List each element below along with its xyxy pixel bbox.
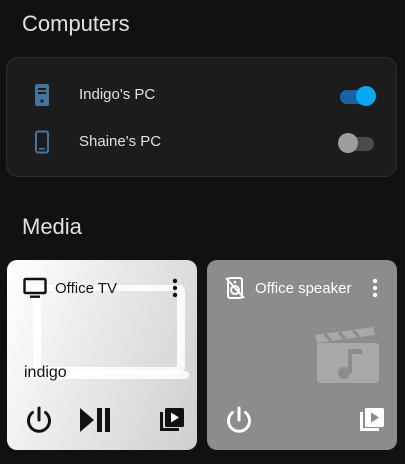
media-card-office-speaker[interactable]: Office speaker bbox=[207, 260, 397, 450]
power-icon[interactable] bbox=[222, 403, 256, 437]
more-vertical-icon[interactable] bbox=[172, 278, 178, 298]
more-vertical-icon[interactable] bbox=[372, 278, 378, 298]
media-browse-icon[interactable] bbox=[355, 403, 389, 437]
computer-row-shaine[interactable]: Shaine's PC bbox=[7, 123, 396, 163]
mobile-device-icon bbox=[35, 130, 49, 154]
music-video-artwork bbox=[315, 327, 379, 383]
play-pause-icon[interactable] bbox=[78, 403, 112, 437]
media-card-office-tv[interactable]: Office TV indigo bbox=[7, 260, 197, 450]
computers-section-title: Computers bbox=[22, 11, 130, 36]
media-source-label: indigo bbox=[24, 364, 67, 381]
computer-row-indigo[interactable]: Indigo's PC bbox=[7, 76, 396, 116]
media-section-title: Media bbox=[22, 214, 82, 239]
computer-power-toggle[interactable] bbox=[338, 132, 376, 154]
speaker-off-icon bbox=[225, 277, 245, 299]
media-player-name: Office TV bbox=[55, 280, 117, 297]
computers-card: Indigo's PC Shaine's PC bbox=[6, 57, 397, 177]
computer-label: Shaine's PC bbox=[79, 133, 162, 150]
computer-label: Indigo's PC bbox=[79, 86, 156, 103]
desktop-tower-icon bbox=[35, 84, 49, 106]
media-player-name: Office speaker bbox=[255, 280, 352, 297]
power-icon[interactable] bbox=[22, 403, 56, 437]
television-icon bbox=[23, 277, 47, 298]
computer-power-toggle[interactable] bbox=[340, 85, 376, 107]
media-browse-icon[interactable] bbox=[155, 403, 189, 437]
